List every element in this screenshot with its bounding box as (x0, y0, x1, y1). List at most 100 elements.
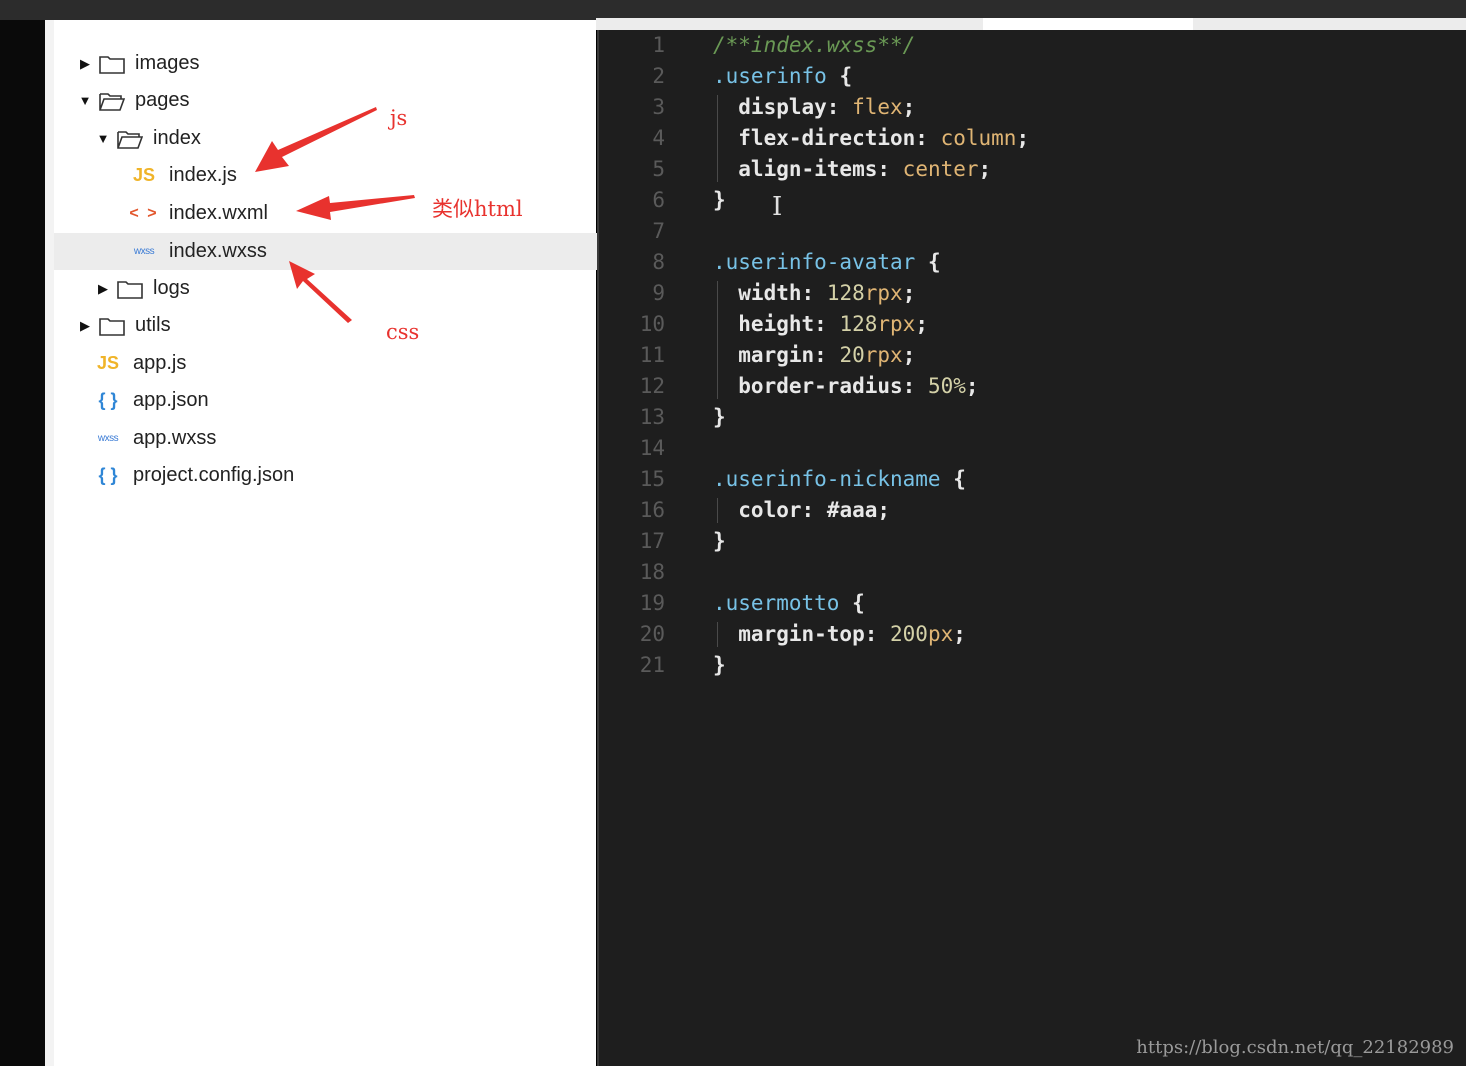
folder-icon (117, 280, 143, 299)
code-token: } (713, 653, 726, 677)
code-text: /**index.wxss**/ (713, 30, 915, 61)
code-line[interactable]: 11 margin: 20rpx; (597, 340, 1466, 371)
code-token: { (839, 64, 853, 88)
tree-item-pages[interactable]: ▼ pages (54, 82, 619, 119)
json-file-icon: { } (98, 390, 118, 410)
caret-right-icon[interactable]: ▶ (77, 56, 93, 72)
code-token: ; (902, 281, 916, 305)
caret-right-icon[interactable]: ▶ (95, 281, 111, 297)
tree-item-label: utils (135, 314, 171, 336)
tab-active[interactable] (983, 18, 1193, 30)
tree-item-label: index.wxml (169, 202, 268, 224)
code-line[interactable]: 9 width: 128rpx; (597, 278, 1466, 309)
code-token: border-radius (713, 374, 903, 398)
tree-item-label: index (153, 127, 201, 149)
code-line[interactable]: 7 (597, 216, 1466, 247)
code-line[interactable]: 1 /**index.wxss**/ (597, 30, 1466, 61)
left-dark-gutter (0, 20, 45, 1066)
code-line[interactable]: 13} (597, 402, 1466, 433)
code-token: ; (978, 157, 992, 181)
code-line[interactable]: 10 height: 128rpx; (597, 309, 1466, 340)
js-file-icon: JS (132, 165, 156, 185)
code-text: } (713, 650, 726, 681)
code-line[interactable]: 3 display: flex; (597, 92, 1466, 123)
tree-item-index-js[interactable]: JS index.js (54, 157, 671, 194)
code-token: { (927, 250, 941, 274)
code-line[interactable]: 21} (597, 650, 1466, 681)
code-token: rpx (864, 343, 903, 367)
line-number: 13 (639, 405, 665, 429)
indent-guide (717, 281, 718, 399)
code-line[interactable]: 6} (597, 185, 1466, 216)
tree-item-index-folder[interactable]: ▼ index (54, 120, 637, 157)
folder-open-icon (117, 130, 143, 149)
code-token: : (915, 126, 941, 150)
code-text: display: flex; (713, 92, 915, 123)
indent-guide (717, 622, 718, 647)
top-strip (0, 0, 1466, 20)
code-token: rpx (877, 312, 916, 336)
tree-item-label: project.config.json (133, 464, 295, 486)
annotation-css: css (386, 320, 420, 344)
code-editor[interactable]: 1 /**index.wxss**/ 2 .userinfo {3 display: … (597, 30, 1466, 1066)
code-token: ; (965, 374, 979, 398)
code-line[interactable]: 15 .userinfo-nickname { (597, 464, 1466, 495)
tree-item-app-json[interactable]: { } app.json (54, 382, 635, 419)
line-number: 2 (652, 64, 665, 88)
line-number: 14 (639, 436, 665, 460)
code-token: column (940, 126, 1017, 150)
tree-item-app-wxss[interactable]: wxss app.wxss (54, 420, 635, 457)
wxss-file-icon: wxss (133, 246, 155, 257)
code-line[interactable]: 14 (597, 433, 1466, 464)
tree-item-label: logs (153, 277, 190, 299)
tree-item-app-js[interactable]: JS app.js (54, 345, 635, 382)
tree-item-utils[interactable]: ▶ utils (54, 307, 619, 344)
code-line[interactable]: 20 margin-top: 200px; (597, 619, 1466, 650)
caret-down-icon[interactable]: ▼ (95, 131, 111, 146)
line-number: 20 (639, 622, 665, 646)
tree-item-project-config-json[interactable]: { } project.config.json (54, 457, 635, 494)
wxml-file-icon: < > (129, 204, 159, 222)
wxss-file-icon: wxss (97, 433, 119, 444)
code-line[interactable]: 18 (597, 557, 1466, 588)
code-line[interactable]: 16 color: #aaa; (597, 495, 1466, 526)
tree-item-logs[interactable]: ▶ logs (54, 270, 637, 307)
code-token: 200 (890, 622, 928, 646)
code-text: margin: 20rpx; (713, 340, 915, 371)
code-text: flex-direction: column; (713, 123, 1029, 154)
code-token: : (902, 374, 928, 398)
code-text: border-radius: 50%; (713, 371, 979, 402)
caret-down-icon[interactable]: ▼ (77, 93, 93, 108)
tree-item-index-wxss[interactable]: wxss index.wxss (54, 233, 671, 270)
tree-item-images[interactable]: ▶ images (54, 45, 619, 82)
line-number: 6 (652, 188, 665, 212)
line-number: 1 (652, 33, 665, 57)
code-token: ; (902, 343, 916, 367)
code-line[interactable]: 5 align-items: center; (597, 154, 1466, 185)
code-line[interactable]: 17} (597, 526, 1466, 557)
code-text: .userinfo-avatar { (713, 247, 941, 278)
code-text: } (713, 185, 726, 216)
code-token: center (902, 157, 979, 181)
code-token: flex-direction (713, 126, 916, 150)
code-token: } (713, 188, 726, 212)
editor-tab-bar (596, 18, 1466, 30)
code-text: .userinfo-nickname { (713, 464, 966, 495)
caret-right-icon[interactable]: ▶ (77, 318, 93, 334)
line-number: 16 (639, 498, 665, 522)
code-token: ; (902, 95, 916, 119)
code-line[interactable]: 19 .usermotto { (597, 588, 1466, 619)
watermark: https://blog.csdn.net/qq_22182989 (1136, 1037, 1454, 1058)
code-line[interactable]: 12 border-radius: 50%; (597, 371, 1466, 402)
code-text: color: #aaa; (713, 495, 890, 526)
code-line[interactable]: 4 flex-direction: column; (597, 123, 1466, 154)
tree-item-index-wxml[interactable]: < > index.wxml (54, 195, 671, 232)
code-token: : (814, 343, 840, 367)
folder-icon (99, 55, 125, 74)
code-line[interactable]: 8 .userinfo-avatar { (597, 247, 1466, 278)
code-text: .userinfo { (713, 61, 852, 92)
code-token: : (877, 157, 903, 181)
indent-guide (717, 95, 718, 182)
indent-guide (717, 498, 718, 523)
code-line[interactable]: 2 .userinfo { (597, 61, 1466, 92)
